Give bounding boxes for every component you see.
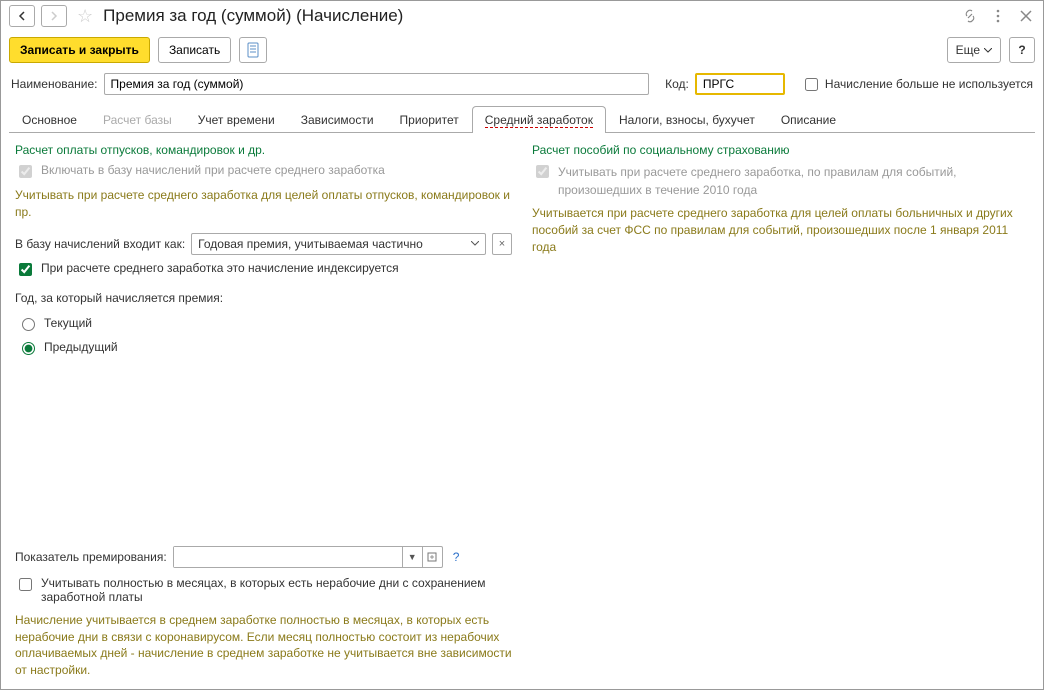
- left-section-title: Расчет оплаты отпусков, командировок и д…: [15, 143, 512, 157]
- tab-base-calc[interactable]: Расчет базы: [90, 106, 185, 133]
- right-include-label: Учитывать при расчете среднего заработка…: [558, 163, 1029, 199]
- tab-taxes[interactable]: Налоги, взносы, бухучет: [606, 106, 768, 133]
- code-input[interactable]: [695, 73, 785, 95]
- left-note-1: Учитывать при расчете среднего заработка…: [15, 187, 512, 221]
- help-button[interactable]: ?: [1009, 37, 1035, 63]
- indicator-combo[interactable]: ▼: [173, 546, 443, 568]
- tab-main[interactable]: Основное: [9, 106, 90, 133]
- more-button[interactable]: Еще: [947, 37, 1001, 63]
- name-input[interactable]: [104, 73, 650, 95]
- document-icon-button[interactable]: [239, 37, 267, 63]
- include-base-label: Включать в базу начислений при расчете с…: [41, 163, 385, 177]
- base-clear-button[interactable]: ×: [492, 233, 512, 255]
- radio-prev[interactable]: Предыдущий: [17, 339, 512, 355]
- indicator-help-icon[interactable]: ?: [453, 550, 460, 564]
- base-select[interactable]: Годовая премия, учитываемая частично: [191, 233, 486, 255]
- tab-avg-salary[interactable]: Средний заработок: [472, 106, 606, 133]
- not-used-label: Начисление больше не используется: [825, 77, 1033, 91]
- tab-deps[interactable]: Зависимости: [288, 106, 387, 133]
- nav-forward-button[interactable]: [41, 5, 67, 27]
- indicator-dropdown-button[interactable]: ▼: [402, 547, 422, 567]
- tab-bar: Основное Расчет базы Учет времени Зависи…: [9, 105, 1035, 133]
- right-include-checkbox: [536, 165, 549, 178]
- not-used-checkbox[interactable]: [805, 78, 818, 91]
- chevron-down-icon: [471, 241, 479, 246]
- year-label: Год, за который начисляется премия:: [15, 291, 512, 305]
- code-label: Код:: [665, 77, 689, 91]
- right-section-title: Расчет пособий по социальному страховани…: [532, 143, 1029, 157]
- nav-back-button[interactable]: [9, 5, 35, 27]
- full-months-label: Учитывать полностью в месяцах, в которых…: [41, 576, 512, 604]
- full-months-checkbox[interactable]: [19, 578, 32, 591]
- save-close-button[interactable]: Записать и закрыть: [9, 37, 150, 63]
- close-icon[interactable]: [1017, 7, 1035, 25]
- tab-desc[interactable]: Описание: [768, 106, 849, 133]
- index-checkbox[interactable]: [19, 263, 32, 276]
- include-base-checkbox: [19, 165, 32, 178]
- link-icon[interactable]: [961, 7, 979, 25]
- right-note: Учитывается при расчете среднего заработ…: [532, 205, 1029, 255]
- favorite-icon[interactable]: ☆: [77, 6, 93, 27]
- kebab-icon[interactable]: [989, 7, 1007, 25]
- indicator-label: Показатель премирования:: [15, 550, 167, 564]
- tab-priority[interactable]: Приоритет: [387, 106, 472, 133]
- indicator-open-button[interactable]: [422, 547, 442, 567]
- tab-time[interactable]: Учет времени: [185, 106, 288, 133]
- base-label: В базу начислений входит как:: [15, 237, 185, 251]
- radio-current[interactable]: Текущий: [17, 315, 512, 331]
- window-title: Премия за год (суммой) (Начисление): [103, 6, 955, 26]
- left-note-2: Начисление учитывается в среднем заработ…: [15, 612, 512, 679]
- indicator-input[interactable]: [174, 547, 402, 567]
- save-button[interactable]: Записать: [158, 37, 231, 63]
- name-label: Наименование:: [11, 77, 98, 91]
- index-label: При расчете среднего заработка это начис…: [41, 261, 399, 275]
